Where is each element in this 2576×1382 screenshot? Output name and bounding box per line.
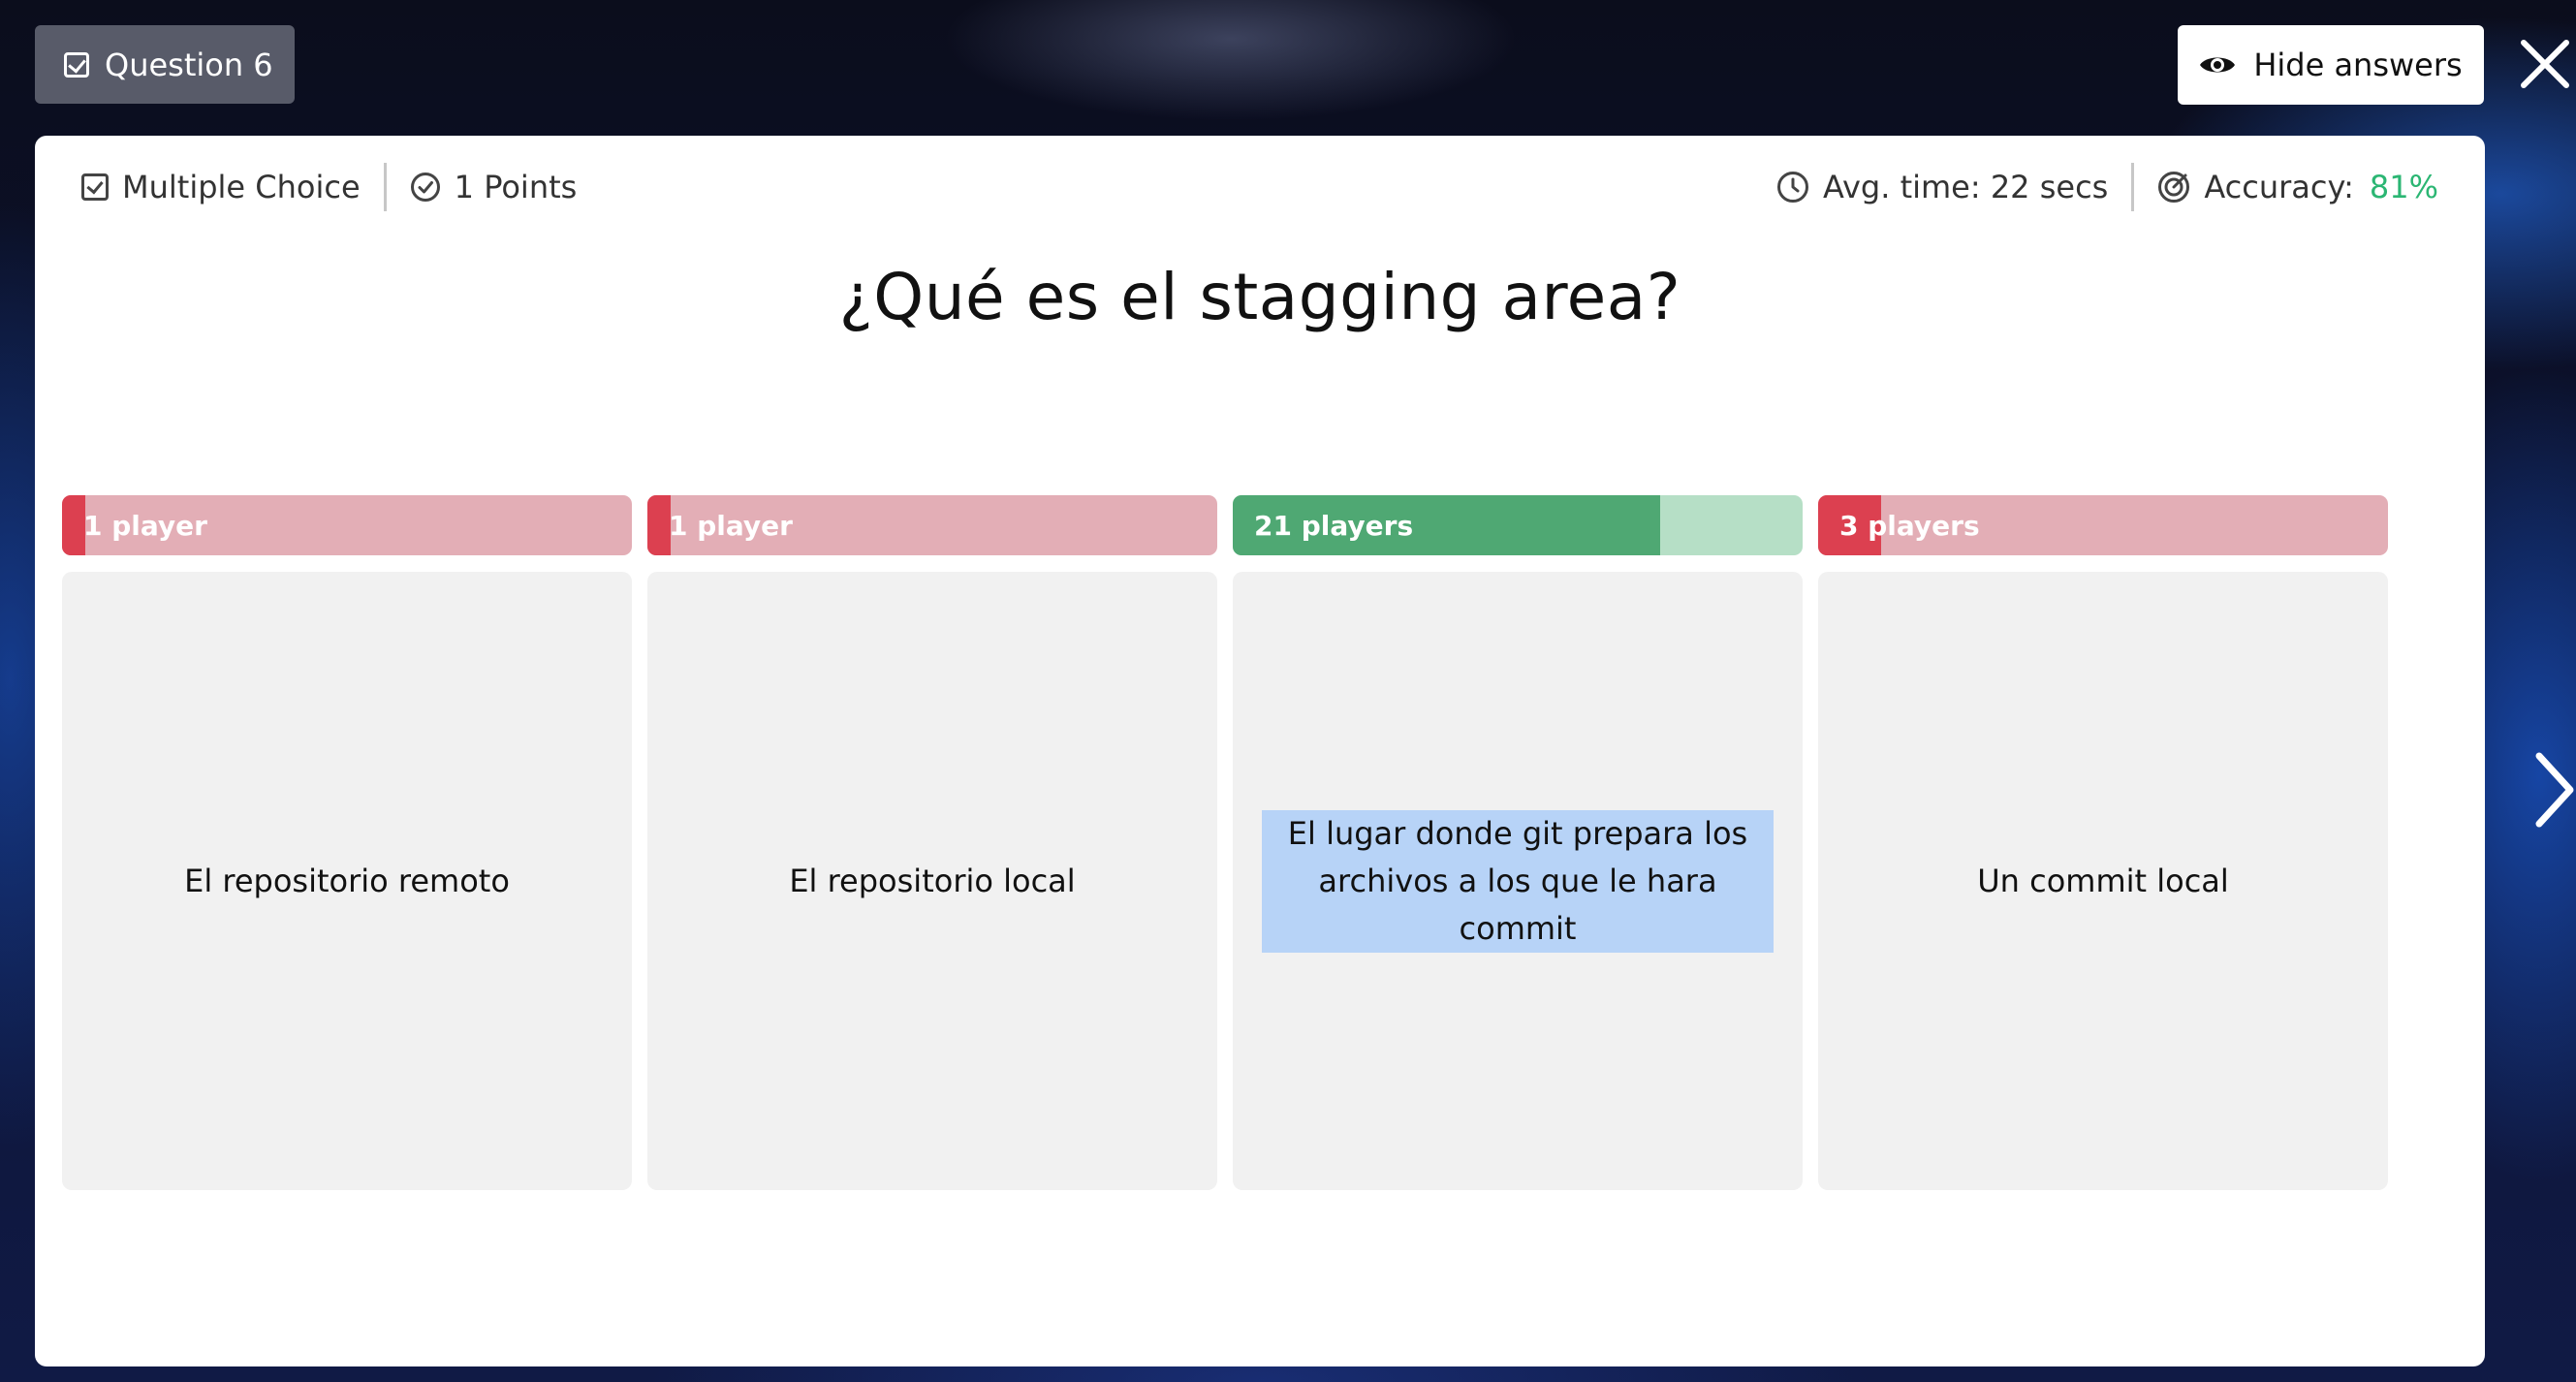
answer-player-count: 21 players <box>1254 509 1414 542</box>
answer-player-bar: 1 player <box>647 495 1217 555</box>
accuracy-value: 81% <box>2369 169 2438 205</box>
answer-option[interactable]: 1 player El repositorio local <box>647 495 1217 1190</box>
accuracy: Accuracy: 81% <box>2157 169 2438 205</box>
answer-player-count: 3 players <box>1839 509 1980 542</box>
answer-player-bar: 1 player <box>62 495 632 555</box>
answer-card[interactable]: Un commit local <box>1818 572 2388 1190</box>
question-points: 1 Points <box>410 169 578 205</box>
checkbox-icon <box>64 51 89 78</box>
chevron-right-icon <box>2535 752 2574 828</box>
answer-options: 1 player El repositorio remoto 1 player … <box>62 495 2388 1190</box>
answer-player-count: 1 player <box>669 509 793 542</box>
check-circle-icon <box>410 173 440 202</box>
question-meta: Multiple Choice 1 Points <box>81 163 577 211</box>
answer-text: El repositorio remoto <box>184 862 510 899</box>
answer-text: El lugar donde git prepara los archivos … <box>1262 809 1774 953</box>
answer-option-correct[interactable]: 21 players El lugar donde git prepara lo… <box>1233 495 1803 1190</box>
answer-card[interactable]: El lugar donde git prepara los archivos … <box>1233 572 1803 1190</box>
hide-answers-button[interactable]: Hide answers <box>2178 25 2484 105</box>
meta-divider <box>383 163 387 211</box>
answer-player-bar: 3 players <box>1818 495 2388 555</box>
question-text: ¿Qué es el stagging area? <box>838 260 1681 334</box>
points-label: 1 Points <box>454 169 578 205</box>
target-icon <box>2158 172 2190 203</box>
answer-text: El repositorio local <box>789 862 1076 899</box>
answer-text: Un commit local <box>1977 862 2229 899</box>
answer-player-count: 1 player <box>83 509 207 542</box>
hide-answers-label: Hide answers <box>2253 47 2463 83</box>
answer-option[interactable]: 1 player El repositorio remoto <box>62 495 632 1190</box>
meta-divider <box>2131 163 2135 211</box>
close-button[interactable] <box>2520 27 2576 101</box>
eye-icon <box>2200 57 2236 73</box>
clock-icon <box>1776 172 1808 203</box>
answer-card[interactable]: El repositorio remoto <box>62 572 632 1190</box>
answer-player-fill <box>647 495 671 555</box>
avg-time: Avg. time: 22 secs <box>1776 169 2108 205</box>
question-stats: Avg. time: 22 secs Accuracy: 81% <box>1776 163 2438 211</box>
checkbox-icon <box>81 173 109 201</box>
question-number-chip[interactable]: Question 6 <box>35 25 295 104</box>
answer-player-fill <box>62 495 85 555</box>
avg-time-label: Avg. time: 22 secs <box>1822 169 2109 205</box>
question-type: Multiple Choice <box>81 169 361 205</box>
answer-player-bar: 21 players <box>1233 495 1803 555</box>
next-question-button[interactable] <box>2531 746 2576 833</box>
answer-option[interactable]: 3 players Un commit local <box>1818 495 2388 1190</box>
question-number-label: Question 6 <box>105 46 273 83</box>
question-type-label: Multiple Choice <box>122 169 361 205</box>
answer-card[interactable]: El repositorio local <box>647 572 1217 1190</box>
close-icon <box>2521 40 2569 88</box>
accuracy-label: Accuracy: <box>2204 169 2354 205</box>
